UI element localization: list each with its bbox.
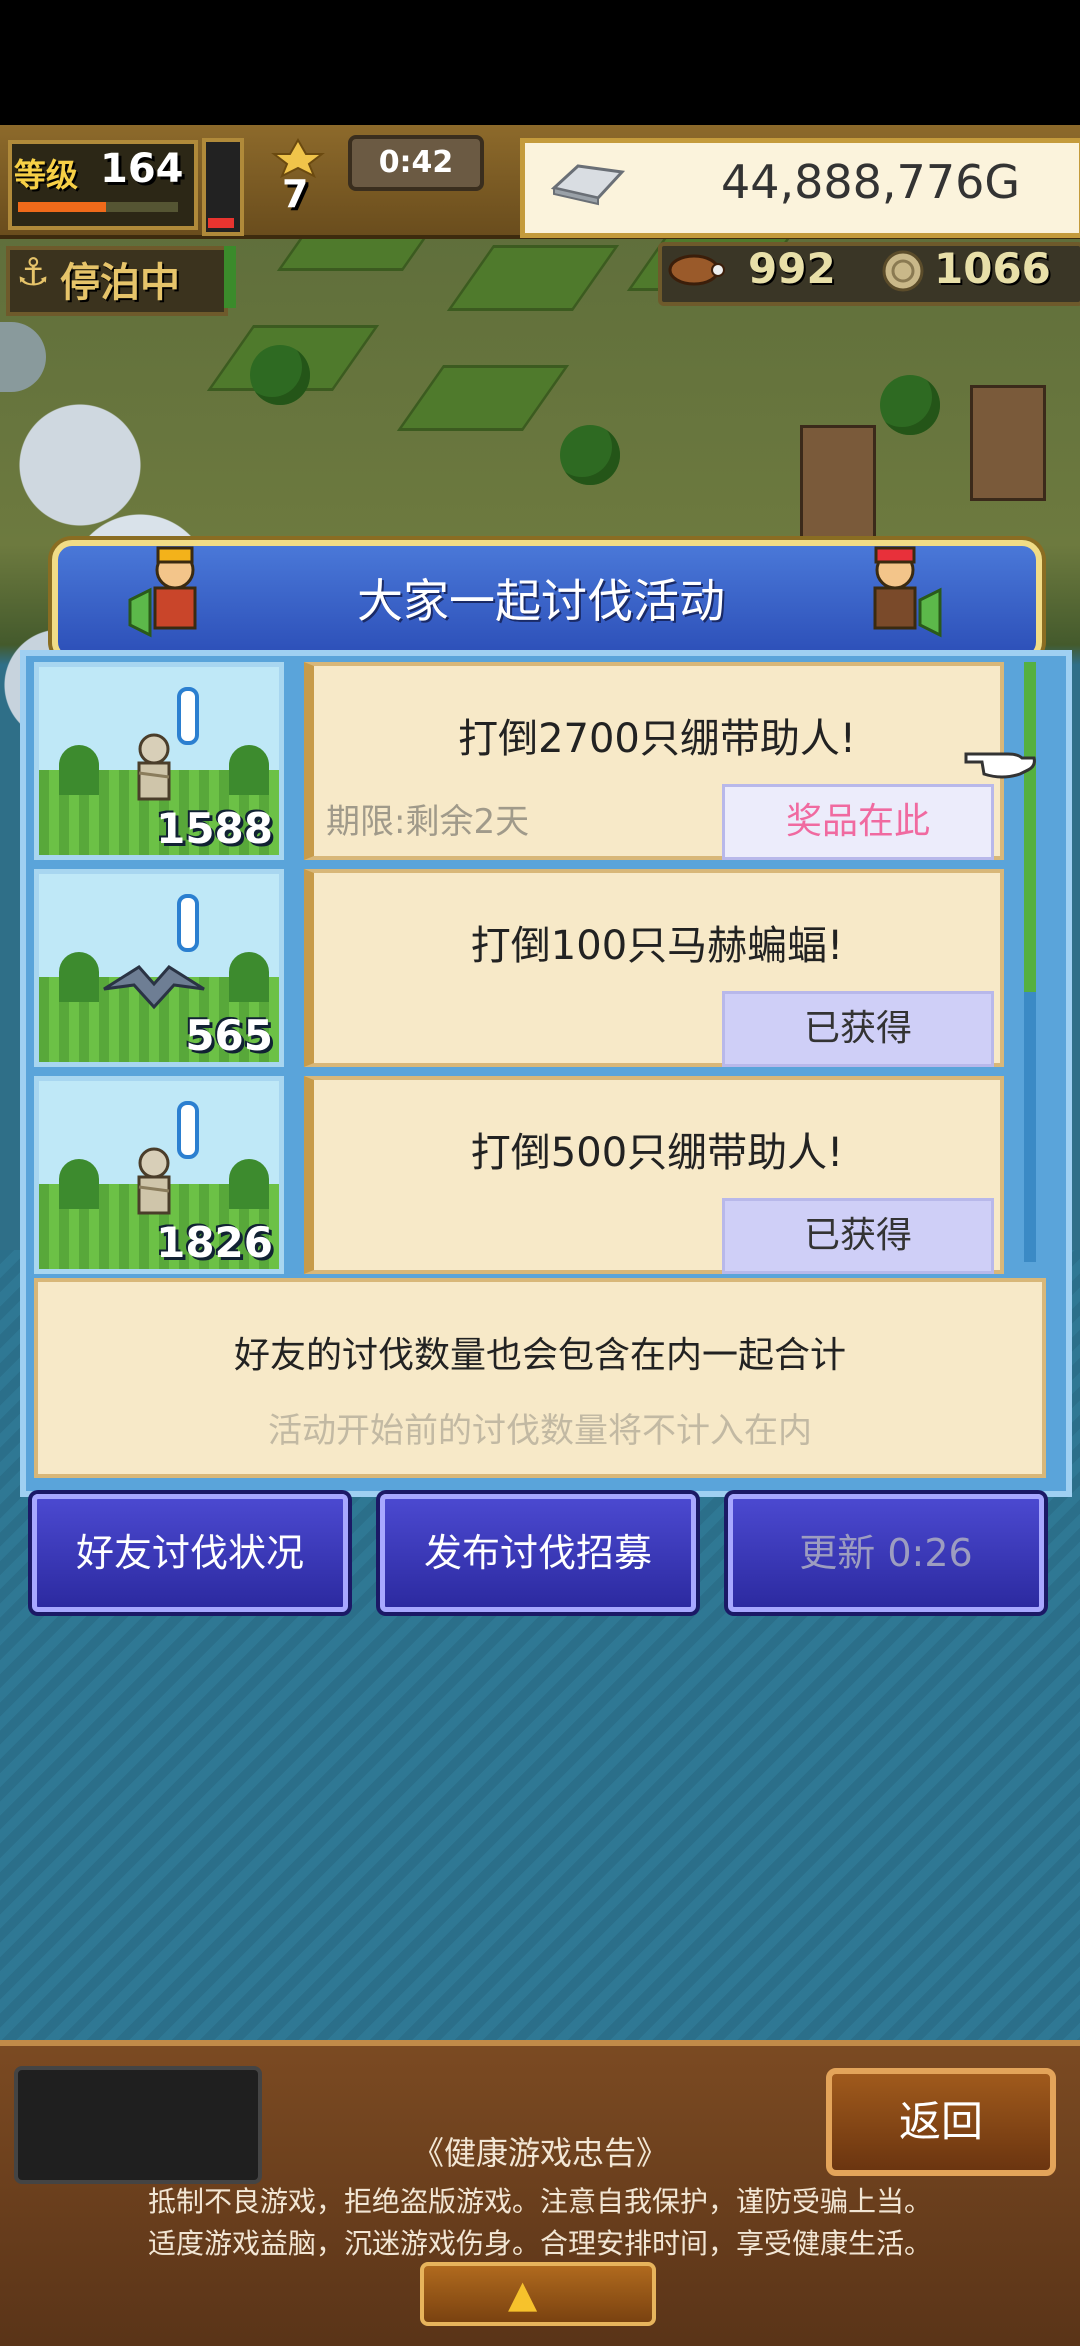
tree (880, 375, 940, 435)
post-recruit-button[interactable]: 发布讨伐招募 (380, 1494, 696, 1612)
windmill (970, 385, 1046, 501)
dock-indicator (224, 246, 236, 308)
health-advice-title: 《健康游戏忠告》 (411, 2134, 668, 2172)
note-sub-text: 活动开始前的讨伐数量将不计入在内 (268, 1411, 812, 1451)
money-value: 44,888,776G (720, 155, 1020, 209)
mission-thumbnail: 565 (34, 869, 284, 1067)
stamina-fill (208, 218, 234, 228)
meat-icon (668, 254, 725, 286)
health-advice-line1: 抵制不良游戏，拒绝盗版游戏。注意自我保护，谨防受骗上当。 (147, 2185, 932, 2218)
mission-thumbnail: 1588 (34, 662, 284, 860)
mission-title: 打倒500只绷带助人! (470, 1130, 844, 1176)
health-advice-line2: 适度游戏益脑，沉迷游戏伤身。合理安排时间，享受健康生活。 (147, 2227, 932, 2260)
level-value: 164 (100, 146, 184, 192)
farm-field (446, 245, 620, 311)
hero-left-icon (128, 546, 197, 638)
level-label: 等级 (14, 156, 79, 194)
anchor-icon: ⚓ (16, 250, 51, 294)
kill-count: 1588 (156, 804, 273, 853)
bat-enemy-icon (103, 965, 205, 1010)
timer: 0:42 (348, 135, 484, 191)
mission-title: 打倒100只马赫蝙蝠! (470, 923, 844, 969)
mission-title: 打倒2700只绷带助人! (458, 716, 856, 762)
claimed-button[interactable]: 已获得 (722, 991, 994, 1067)
scrollbar-thumb[interactable] (1024, 662, 1036, 992)
triangle-up-icon: ▲ (508, 2272, 538, 2316)
resource1-value: 992 (748, 244, 836, 293)
mission-card: 打倒500只绷带助人! 已获得 (304, 1076, 1004, 1274)
mission-row: 565 打倒100只马赫蝙蝠! 已获得 (34, 869, 1024, 1067)
mission-thumbnail: 1826 (34, 1076, 284, 1274)
tree (250, 345, 310, 405)
kill-count: 565 (185, 1011, 273, 1060)
claimed-button[interactable]: 已获得 (722, 1198, 994, 1274)
silver-bar-icon (550, 164, 626, 206)
alert-icon (177, 894, 199, 952)
tree (560, 425, 620, 485)
mission-deadline: 期限:剩余2天 (326, 802, 530, 842)
mission-row: 1826 打倒500只绷带助人! 已获得 (34, 1076, 1024, 1274)
dock-status-label: 停泊中 (60, 260, 180, 306)
windmill (800, 425, 876, 541)
coin-icon (882, 250, 924, 292)
level-progress-fill (18, 202, 106, 212)
prize-button[interactable]: 奖品在此 (722, 784, 994, 860)
refresh-button[interactable]: 更新 0:26 (728, 1494, 1044, 1612)
friend-status-button[interactable]: 好友讨伐状况 (32, 1494, 348, 1612)
mission-row: 1588 打倒2700只绷带助人! 期限:剩余2天 奖品在此 (34, 662, 1024, 860)
resource2-value: 1066 (934, 244, 1051, 293)
kill-count: 1826 (156, 1218, 273, 1267)
farm-field (396, 365, 570, 431)
mission-card: 打倒2700只绷带助人! 期限:剩余2天 奖品在此 (304, 662, 1004, 860)
note-main-text: 好友的讨伐数量也会包含在内一起合计 (233, 1335, 846, 1376)
expand-menu-button[interactable] (420, 2262, 656, 2326)
pointing-hand-icon (964, 752, 1036, 779)
mission-card: 打倒100只马赫蝙蝠! 已获得 (304, 869, 1004, 1067)
star-count: 7 (282, 172, 309, 216)
hero-right-icon (873, 546, 942, 638)
